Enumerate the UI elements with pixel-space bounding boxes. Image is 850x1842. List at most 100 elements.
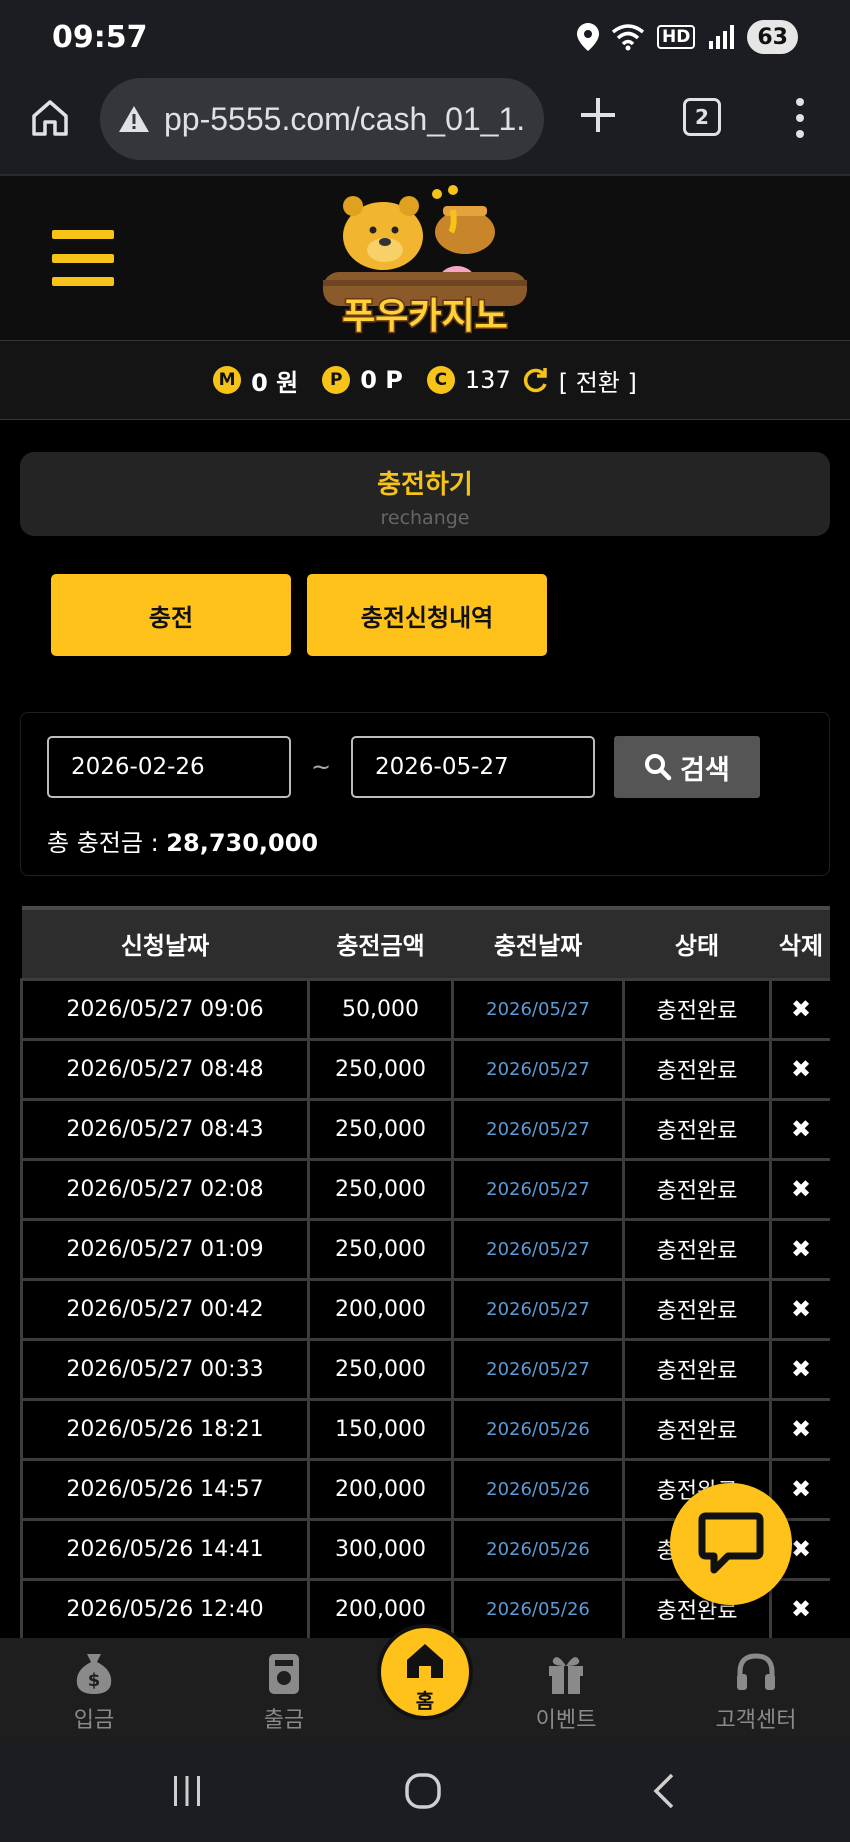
bottom-nav: $ 입금 출금 홈 이벤트 고객센터 xyxy=(0,1624,850,1742)
page-title-box: 충전하기 rechange xyxy=(20,452,830,536)
charge-date-cell: 2026/05/27 xyxy=(451,1217,625,1281)
header-amount: 충전금액 xyxy=(308,906,453,979)
total-charge-value: 28,730,000 xyxy=(166,829,319,857)
battery-icon: 63 xyxy=(747,20,798,54)
home-icon[interactable] xyxy=(28,96,72,140)
browser-toolbar: pp-5555.com/cash_01_1. 2 xyxy=(0,72,850,174)
table-row: 2026/05/27 08:48 250,000 2026/05/27 충전완료 ✖ xyxy=(20,1037,830,1101)
charge-date-cell: 2026/05/27 xyxy=(451,1157,625,1221)
nav-deposit[interactable]: $ 입금 xyxy=(34,1650,154,1734)
table-row: 2026/05/26 18:21 150,000 2026/05/26 충전완료 ✖ xyxy=(20,1397,830,1461)
url-bar[interactable]: pp-5555.com/cash_01_1. xyxy=(100,78,544,160)
status-cell: 충전완료 xyxy=(622,1277,772,1341)
total-charge: 총 충전금 : 28,730,000 xyxy=(47,823,318,858)
convert-button[interactable]: [ 전환 ] xyxy=(559,363,637,398)
header-delete: 삭제 xyxy=(770,906,830,979)
tab-charge[interactable]: 충전 xyxy=(51,574,291,656)
system-home-icon[interactable] xyxy=(404,1772,442,1810)
nav-deposit-label: 입금 xyxy=(73,1708,115,1733)
status-cell: 충전완료 xyxy=(622,1397,772,1461)
delete-icon[interactable]: ✖ xyxy=(769,1157,830,1221)
request-date-cell: 2026/05/27 00:42 xyxy=(20,1277,310,1341)
atm-icon xyxy=(269,1654,299,1694)
charge-date-cell: 2026/05/26 xyxy=(451,1457,625,1521)
search-icon xyxy=(645,754,672,781)
amount-cell: 200,000 xyxy=(307,1277,454,1341)
request-date-cell: 2026/05/27 01:09 xyxy=(20,1217,310,1281)
home-icon xyxy=(407,1644,443,1678)
amount-cell: 250,000 xyxy=(307,1217,454,1281)
delete-icon[interactable]: ✖ xyxy=(769,1037,830,1101)
header-charge-date: 충전날짜 xyxy=(452,906,624,979)
end-date-input[interactable] xyxy=(351,736,595,798)
hd-badge: HD xyxy=(657,25,696,49)
status-cell: 충전완료 xyxy=(622,1157,772,1221)
delete-icon[interactable]: ✖ xyxy=(769,1277,830,1341)
status-cell: 충전완료 xyxy=(622,1097,772,1161)
status-cell: 충전완료 xyxy=(622,1037,772,1101)
delete-icon[interactable]: ✖ xyxy=(769,1577,830,1638)
site-header: 푸우카지노 xyxy=(0,174,850,340)
system-nav-bar xyxy=(0,1742,850,1842)
status-cell: 충전완료 xyxy=(622,1337,772,1401)
warning-icon[interactable] xyxy=(118,105,150,133)
amount-cell: 250,000 xyxy=(307,1157,454,1221)
date-range-separator: ~ xyxy=(311,753,332,781)
header-request-date: 신청날짜 xyxy=(21,906,309,979)
plus-icon[interactable] xyxy=(577,94,619,136)
money-coin-icon: M xyxy=(213,366,242,394)
delete-icon[interactable]: ✖ xyxy=(769,1397,830,1461)
amount-cell: 150,000 xyxy=(307,1397,454,1461)
nav-support-label: 고객센터 xyxy=(715,1708,797,1733)
back-icon[interactable] xyxy=(650,1772,676,1810)
gift-icon xyxy=(549,1657,583,1694)
chat-button[interactable] xyxy=(670,1483,792,1605)
location-icon xyxy=(577,23,600,51)
nav-event-label: 이벤트 xyxy=(535,1708,597,1733)
svg-text:$: $ xyxy=(88,1670,101,1691)
point-balance: 0 P xyxy=(360,366,403,394)
more-vert-icon[interactable] xyxy=(790,96,810,140)
page-subtitle: rechange xyxy=(380,507,470,529)
nav-support[interactable]: 고객센터 xyxy=(696,1650,816,1734)
money-bag-icon: $ xyxy=(76,1654,112,1694)
tab-charge-history[interactable]: 충전신청내역 xyxy=(307,574,547,656)
total-charge-label: 총 충전금 : xyxy=(47,829,167,857)
search-button-label: 검색 xyxy=(680,754,730,786)
amount-cell: 250,000 xyxy=(307,1037,454,1101)
url-text[interactable]: pp-5555.com/cash_01_1. xyxy=(164,101,525,138)
nav-event[interactable]: 이벤트 xyxy=(506,1650,626,1734)
search-button[interactable]: 검색 xyxy=(614,736,760,798)
request-date-cell: 2026/05/26 14:41 xyxy=(20,1517,310,1581)
table-row: 2026/05/27 02:08 250,000 2026/05/27 충전완료 ✖ xyxy=(20,1157,830,1221)
delete-icon[interactable]: ✖ xyxy=(769,1337,830,1401)
nav-withdraw-label: 출금 xyxy=(263,1708,305,1733)
amount-cell: 250,000 xyxy=(307,1097,454,1161)
header-status: 상태 xyxy=(623,906,771,979)
point-coin-icon: P xyxy=(322,366,351,394)
table-row: 2026/05/27 00:42 200,000 2026/05/27 충전완료 ✖ xyxy=(20,1277,830,1341)
delete-icon[interactable]: ✖ xyxy=(769,977,830,1041)
nav-withdraw[interactable]: 출금 xyxy=(224,1650,344,1734)
site-logo[interactable]: 푸우카지노 xyxy=(305,180,545,340)
money-balance: 0 원 xyxy=(251,368,299,397)
balance-bar: M 0 원 P 0 P C 137 [ 전환 ] xyxy=(0,340,850,420)
delete-icon[interactable]: ✖ xyxy=(769,1097,830,1161)
hamburger-menu-icon[interactable] xyxy=(52,230,114,286)
table-row: 2026/05/27 08:43 250,000 2026/05/27 충전완료 ✖ xyxy=(20,1097,830,1161)
request-date-cell: 2026/05/26 12:40 xyxy=(20,1577,310,1638)
charge-date-cell: 2026/05/27 xyxy=(451,1037,625,1101)
start-date-input[interactable] xyxy=(47,736,291,798)
recent-apps-icon[interactable] xyxy=(170,1774,204,1808)
charge-date-cell: 2026/05/27 xyxy=(451,1277,625,1341)
request-date-cell: 2026/05/27 08:48 xyxy=(20,1037,310,1101)
refresh-icon[interactable] xyxy=(521,366,549,394)
comp-coin-icon: C xyxy=(426,366,455,394)
status-bar: 09:57 HD 63 xyxy=(0,0,850,72)
request-date-cell: 2026/05/27 00:33 xyxy=(20,1337,310,1401)
tabs-button[interactable]: 2 xyxy=(683,98,721,136)
nav-home[interactable]: 홈 xyxy=(377,1624,473,1720)
signal-icon xyxy=(709,25,735,49)
delete-icon[interactable]: ✖ xyxy=(769,1217,830,1281)
wifi-icon xyxy=(611,24,645,51)
